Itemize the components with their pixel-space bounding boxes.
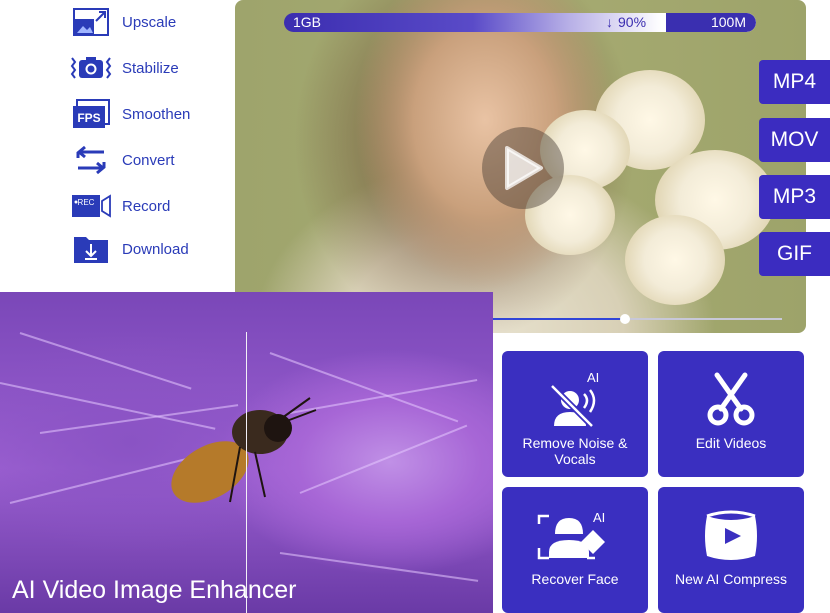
menu-item-label: Download <box>122 240 189 258</box>
tool-card-label: Remove Noise & Vocals <box>522 435 628 467</box>
photo-caption: AI Video Image Enhancer <box>12 576 297 604</box>
tool-card-label: Edit Videos <box>695 435 767 451</box>
menu-item-record[interactable]: REC Record <box>60 186 235 226</box>
petal-streak <box>279 552 479 582</box>
record-icon: REC <box>60 186 122 226</box>
scissors-icon <box>701 363 761 435</box>
svg-text:AI: AI <box>593 510 605 525</box>
svg-text:FPS: FPS <box>77 111 100 125</box>
format-mov-button[interactable]: MOV <box>759 118 830 162</box>
video-preview[interactable]: 1GB ↓ 90% 100M <box>235 0 806 333</box>
format-mp3-button[interactable]: MP3 <box>759 175 830 219</box>
compress-video-icon <box>699 499 763 571</box>
size-start-label: 1GB <box>293 14 322 30</box>
download-folder-icon <box>60 229 122 269</box>
svg-text:REC: REC <box>78 198 95 207</box>
menu-item-label: Stabilize <box>122 59 179 77</box>
menu-item-smoothen[interactable]: FPS Smoothen <box>60 94 235 134</box>
convert-arrows-icon <box>60 140 122 180</box>
fps-icon: FPS <box>60 94 122 134</box>
tool-card-remove-noise[interactable]: AI Remove Noise & Vocals <box>502 351 648 477</box>
menu-item-label: Record <box>122 197 171 215</box>
menu-item-label: Smoothen <box>122 105 191 123</box>
tool-card-edit-videos[interactable]: Edit Videos <box>658 351 804 477</box>
format-gif-button[interactable]: GIF <box>759 232 830 276</box>
svg-text:AI: AI <box>587 370 599 385</box>
upscale-icon <box>60 2 122 42</box>
tool-card-label: New AI Compress <box>674 571 788 587</box>
flower-decoration <box>625 215 725 305</box>
menu-item-label: Convert <box>122 151 175 169</box>
menu-item-label: Upscale <box>122 13 177 31</box>
camera-stabilize-icon <box>60 48 122 88</box>
enhancer-comparison-image: AI Video Image Enhancer <box>0 292 493 613</box>
menu-item-upscale[interactable]: Upscale <box>60 2 235 42</box>
tool-card-recover-face[interactable]: AI Recover Face <box>502 487 648 613</box>
play-icon <box>505 146 543 190</box>
format-mp4-button[interactable]: MP4 <box>759 60 830 104</box>
size-arrow-icon: ↓ <box>606 14 613 30</box>
tool-card-ai-compress[interactable]: New AI Compress <box>658 487 804 613</box>
bee-illustration <box>171 397 317 503</box>
menu-item-stabilize[interactable]: Stabilize <box>60 48 235 88</box>
petal-streak <box>299 424 468 494</box>
size-percent-label: 90% <box>618 14 647 30</box>
comparison-divider[interactable] <box>246 332 247 613</box>
tool-card-label: Recover Face <box>531 571 619 587</box>
seek-handle[interactable] <box>620 314 631 324</box>
remove-noise-icon: AI <box>540 363 610 435</box>
play-button[interactable] <box>482 127 564 209</box>
menu-item-download[interactable]: Download <box>60 229 235 269</box>
file-size-bar: 1GB ↓ 90% 100M <box>284 13 756 32</box>
size-end-label: 100M <box>710 14 746 30</box>
petal-streak <box>19 332 192 390</box>
menu-item-convert[interactable]: Convert <box>60 140 235 180</box>
recover-face-icon: AI <box>535 499 615 571</box>
